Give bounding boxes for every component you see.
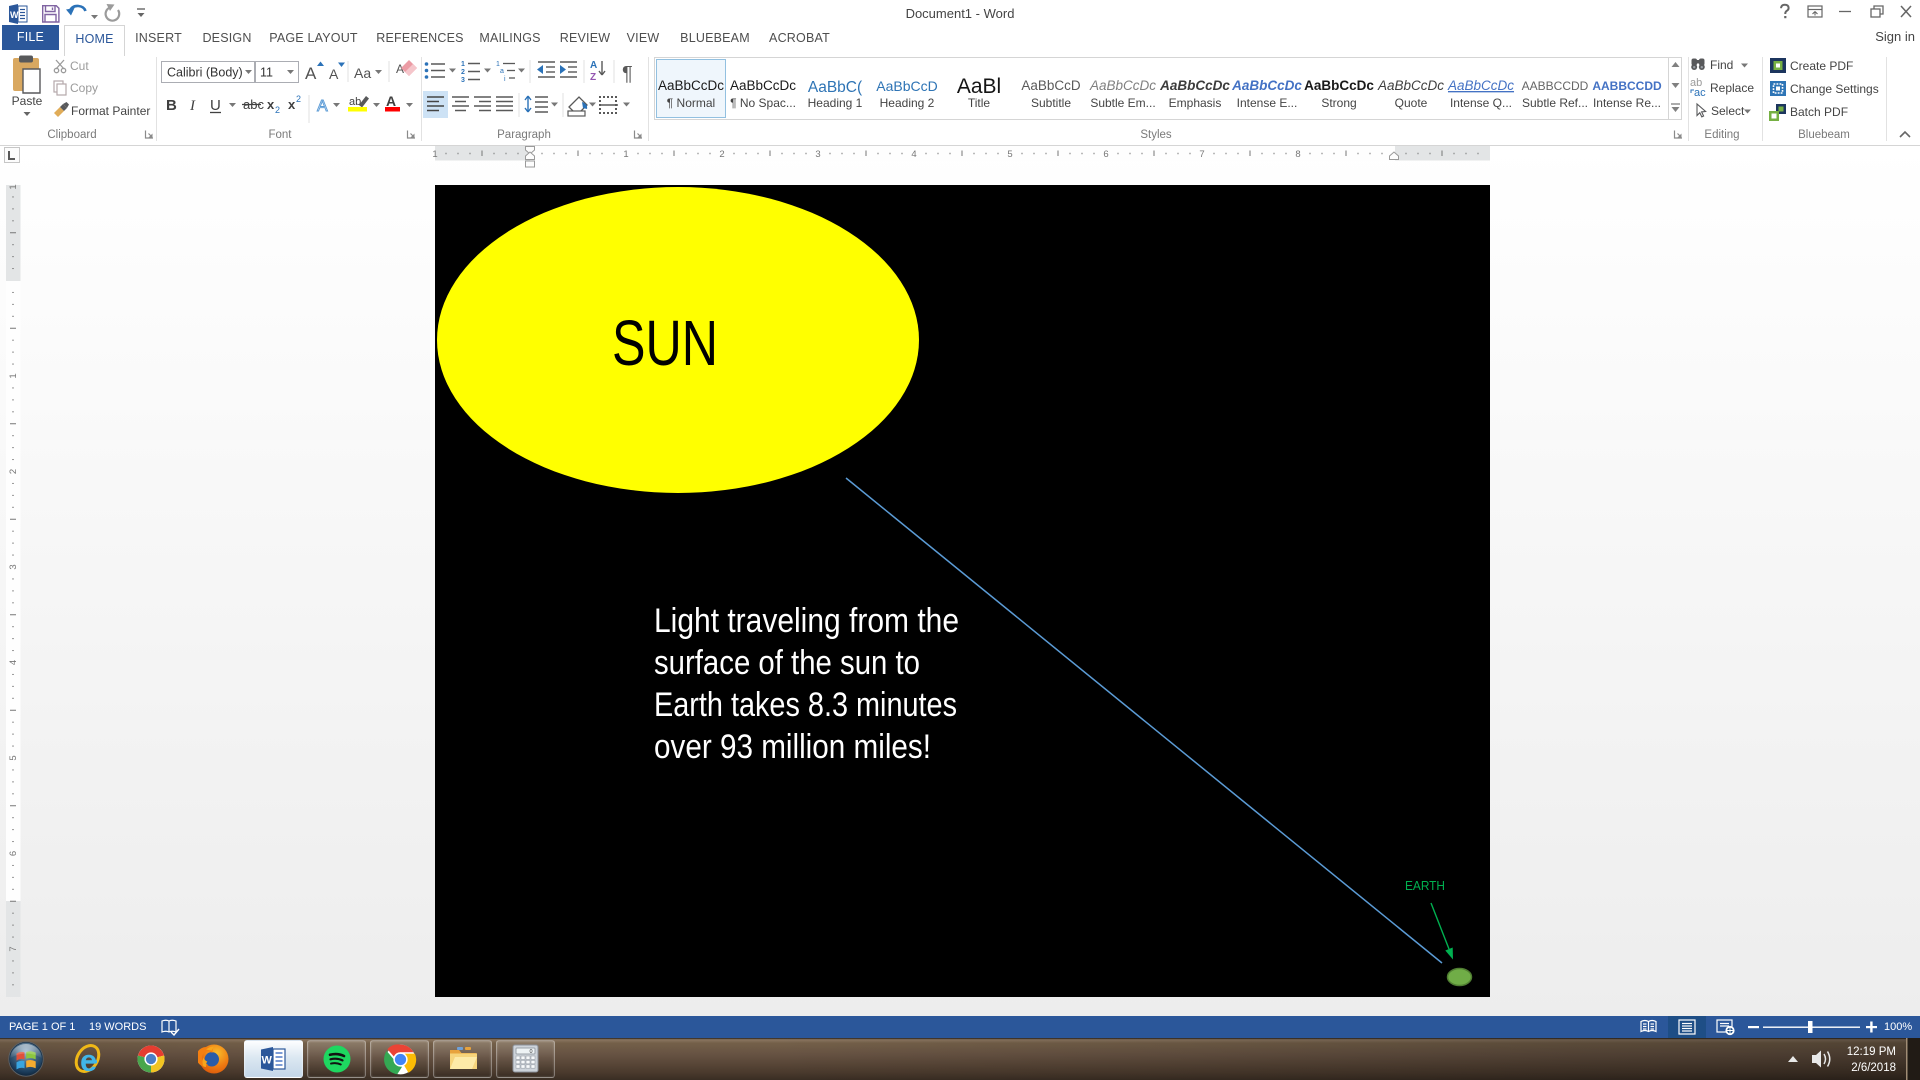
svg-text:5: 5 bbox=[1007, 149, 1012, 160]
svg-text:AaBl: AaBl bbox=[957, 75, 1001, 98]
svg-text:2/6/2018: 2/6/2018 bbox=[1851, 1062, 1896, 1074]
svg-text:Select: Select bbox=[1711, 104, 1745, 118]
svg-text:1: 1 bbox=[623, 149, 628, 160]
svg-text:7: 7 bbox=[8, 946, 19, 951]
svg-text:Intense Q...: Intense Q... bbox=[1450, 96, 1512, 110]
svg-text:Format Painter: Format Painter bbox=[71, 104, 150, 118]
svg-text:AaBbCcDc: AaBbCcDc bbox=[1304, 78, 1374, 93]
svg-text:1: 1 bbox=[432, 149, 437, 160]
svg-text:W: W bbox=[262, 1055, 273, 1067]
svg-text:surface of the sun to: surface of the sun to bbox=[654, 644, 920, 682]
svg-text:2: 2 bbox=[296, 94, 301, 104]
svg-text:4: 4 bbox=[8, 660, 19, 665]
svg-text:over 93 million miles!: over 93 million miles! bbox=[654, 728, 931, 766]
svg-text:2: 2 bbox=[461, 69, 465, 76]
svg-text:1: 1 bbox=[496, 61, 500, 68]
svg-text:Quote: Quote bbox=[1395, 96, 1428, 110]
svg-text:Light traveling from the: Light traveling from the bbox=[654, 602, 959, 640]
svg-text:Intense Re...: Intense Re... bbox=[1593, 96, 1661, 110]
svg-text:¶ Normal: ¶ Normal bbox=[667, 96, 715, 110]
svg-text:SUN: SUN bbox=[612, 307, 718, 379]
svg-text:I: I bbox=[189, 98, 196, 114]
svg-text:AaBbCcDc: AaBbCcDc bbox=[1231, 78, 1302, 93]
svg-text:0: 0 bbox=[529, 1049, 532, 1055]
svg-text:2: 2 bbox=[8, 469, 19, 474]
svg-text:W: W bbox=[10, 10, 19, 20]
svg-text:3: 3 bbox=[815, 149, 820, 160]
svg-text:Title: Title bbox=[968, 96, 991, 110]
svg-text:Find: Find bbox=[1710, 58, 1733, 72]
svg-text:x: x bbox=[288, 97, 296, 112]
svg-text:Heading 2: Heading 2 bbox=[880, 96, 935, 110]
svg-text:AaBbCcDc: AaBbCcDc bbox=[730, 78, 796, 93]
svg-text:x: x bbox=[267, 97, 275, 112]
svg-text:Batch PDF: Batch PDF bbox=[1790, 105, 1848, 119]
svg-text:8: 8 bbox=[1295, 149, 1300, 160]
svg-text:Earth takes 8.3 minutes: Earth takes 8.3 minutes bbox=[654, 686, 957, 724]
svg-text:3: 3 bbox=[8, 564, 19, 569]
svg-text:¶ No Spac...: ¶ No Spac... bbox=[730, 96, 796, 110]
svg-text:Subtitle: Subtitle bbox=[1031, 96, 1071, 110]
svg-text:1: 1 bbox=[8, 184, 19, 189]
svg-text:Create PDF: Create PDF bbox=[1790, 59, 1853, 73]
svg-text:6: 6 bbox=[8, 851, 19, 856]
svg-text:AaBbCcD: AaBbCcD bbox=[876, 78, 937, 94]
svg-text:Intense E...: Intense E... bbox=[1237, 96, 1298, 110]
svg-text:AABBCCDD: AABBCCDD bbox=[1522, 79, 1589, 93]
svg-text:6: 6 bbox=[1103, 149, 1108, 160]
svg-text:AaBbCcDc: AaBbCcDc bbox=[1447, 78, 1514, 93]
svg-text:AaBbCcDc: AaBbCcDc bbox=[658, 78, 724, 93]
svg-text:Cut: Cut bbox=[70, 59, 89, 73]
svg-text:Heading 1: Heading 1 bbox=[808, 96, 863, 110]
svg-text:4: 4 bbox=[911, 149, 916, 160]
svg-text:2: 2 bbox=[275, 105, 280, 115]
svg-text:1: 1 bbox=[461, 61, 465, 68]
svg-text:A: A bbox=[386, 93, 396, 109]
svg-text:3: 3 bbox=[461, 77, 465, 84]
svg-text:7: 7 bbox=[1199, 149, 1204, 160]
svg-text:a: a bbox=[500, 68, 504, 75]
svg-text:Subtle Ref...: Subtle Ref... bbox=[1522, 96, 1588, 110]
svg-text:A: A bbox=[329, 66, 339, 82]
svg-text:AaBbCcDc: AaBbCcDc bbox=[1089, 78, 1156, 93]
svg-text:Paste: Paste bbox=[12, 94, 43, 108]
svg-text:2: 2 bbox=[719, 149, 724, 160]
svg-text:i: i bbox=[504, 76, 506, 83]
svg-text:11: 11 bbox=[260, 66, 273, 80]
svg-text:Z: Z bbox=[590, 72, 596, 83]
svg-text:A: A bbox=[590, 60, 597, 71]
svg-text:U: U bbox=[210, 97, 221, 114]
svg-text:A: A bbox=[317, 98, 328, 115]
svg-text:Copy: Copy bbox=[70, 81, 98, 95]
svg-text:Calibri (Body): Calibri (Body) bbox=[167, 66, 243, 80]
svg-text:AABBCCDD: AABBCCDD bbox=[1592, 79, 1662, 93]
svg-text:Replace: Replace bbox=[1710, 81, 1754, 95]
svg-text:A: A bbox=[305, 64, 317, 83]
svg-text:¶: ¶ bbox=[622, 63, 633, 85]
svg-text:5: 5 bbox=[8, 755, 19, 760]
svg-text:ab: ab bbox=[349, 96, 361, 108]
svg-text:AaBbCcD: AaBbCcD bbox=[1021, 78, 1081, 93]
svg-text:EARTH: EARTH bbox=[1405, 878, 1445, 893]
svg-text:Change Settings: Change Settings bbox=[1790, 82, 1879, 96]
svg-text:Subtle Em...: Subtle Em... bbox=[1090, 96, 1155, 110]
svg-text:B: B bbox=[166, 97, 177, 114]
svg-text:e: e bbox=[80, 1043, 97, 1076]
svg-text:ac: ac bbox=[1694, 87, 1706, 99]
svg-text:1: 1 bbox=[8, 373, 19, 378]
svg-text:AaBbC(: AaBbC( bbox=[808, 79, 863, 96]
svg-text:Strong: Strong bbox=[1321, 96, 1356, 110]
svg-text:AaBbCcDc: AaBbCcDc bbox=[1377, 78, 1444, 93]
svg-text:Emphasis: Emphasis bbox=[1169, 96, 1222, 110]
svg-text:12:19 PM: 12:19 PM bbox=[1847, 1046, 1896, 1058]
svg-text:AaBbCcDc: AaBbCcDc bbox=[1159, 78, 1230, 93]
svg-text:Aa: Aa bbox=[354, 65, 371, 81]
